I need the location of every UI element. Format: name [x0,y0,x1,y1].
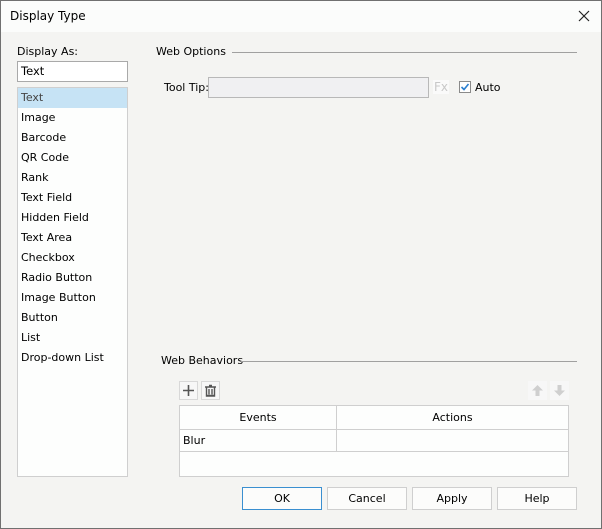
list-item-radio-button[interactable]: Radio Button [18,268,127,288]
dialog-title: Display Type [10,9,86,23]
list-item-qr-code[interactable]: QR Code [18,148,127,168]
list-item-list[interactable]: List [18,328,127,348]
list-item-drop-down-list[interactable]: Drop-down List [18,348,127,368]
web-behaviors-divider [241,361,577,362]
plus-icon [183,385,194,396]
tooltip-input[interactable] [208,77,429,98]
display-as-list[interactable]: Text Image Barcode QR Code Rank Text Fie… [17,87,128,477]
move-up-button[interactable] [528,381,547,400]
display-type-dialog: Display Type Display As: Text Text Image… [0,0,602,529]
tooltip-label: Tool Tip: [164,81,209,94]
trash-icon [205,384,216,397]
web-options-title: Web Options [156,45,226,58]
list-item-text-field[interactable]: Text Field [18,188,127,208]
list-item-rank[interactable]: Rank [18,168,127,188]
behaviors-table: Events Actions Blur [179,405,569,477]
display-as-field[interactable]: Text [17,61,128,82]
list-item-barcode[interactable]: Barcode [18,128,127,148]
table-cell-event[interactable]: Blur [180,430,337,452]
web-options-divider [232,52,577,53]
cancel-button[interactable]: Cancel [327,487,407,510]
web-behaviors-title: Web Behaviors [161,354,244,367]
display-as-label: Display As: [17,45,79,58]
move-down-button[interactable] [550,381,569,400]
delete-behavior-button[interactable] [201,381,220,400]
apply-button[interactable]: Apply [412,487,492,510]
checkmark-icon [460,83,470,91]
arrow-up-icon [532,385,543,396]
list-item-image-button[interactable]: Image Button [18,288,127,308]
title-bar: Display Type [1,1,601,32]
column-header-events[interactable]: Events [180,406,337,430]
column-header-actions[interactable]: Actions [337,406,569,430]
arrow-down-icon [554,385,565,396]
list-item-text[interactable]: Text [18,88,127,108]
help-button[interactable]: Help [497,487,577,510]
add-behavior-button[interactable] [179,381,198,400]
ok-button[interactable]: OK [242,487,322,510]
auto-checkbox[interactable] [459,81,471,93]
close-button[interactable] [573,6,595,26]
list-item-button[interactable]: Button [18,308,127,328]
list-item-text-area[interactable]: Text Area [18,228,127,248]
close-icon [578,10,590,22]
list-item-image[interactable]: Image [18,108,127,128]
table-cell-action[interactable] [337,430,569,452]
list-item-hidden-field[interactable]: Hidden Field [18,208,127,228]
auto-label: Auto [475,81,501,94]
list-item-checkbox[interactable]: Checkbox [18,248,127,268]
fx-formula-button[interactable]: Fx [433,80,449,94]
